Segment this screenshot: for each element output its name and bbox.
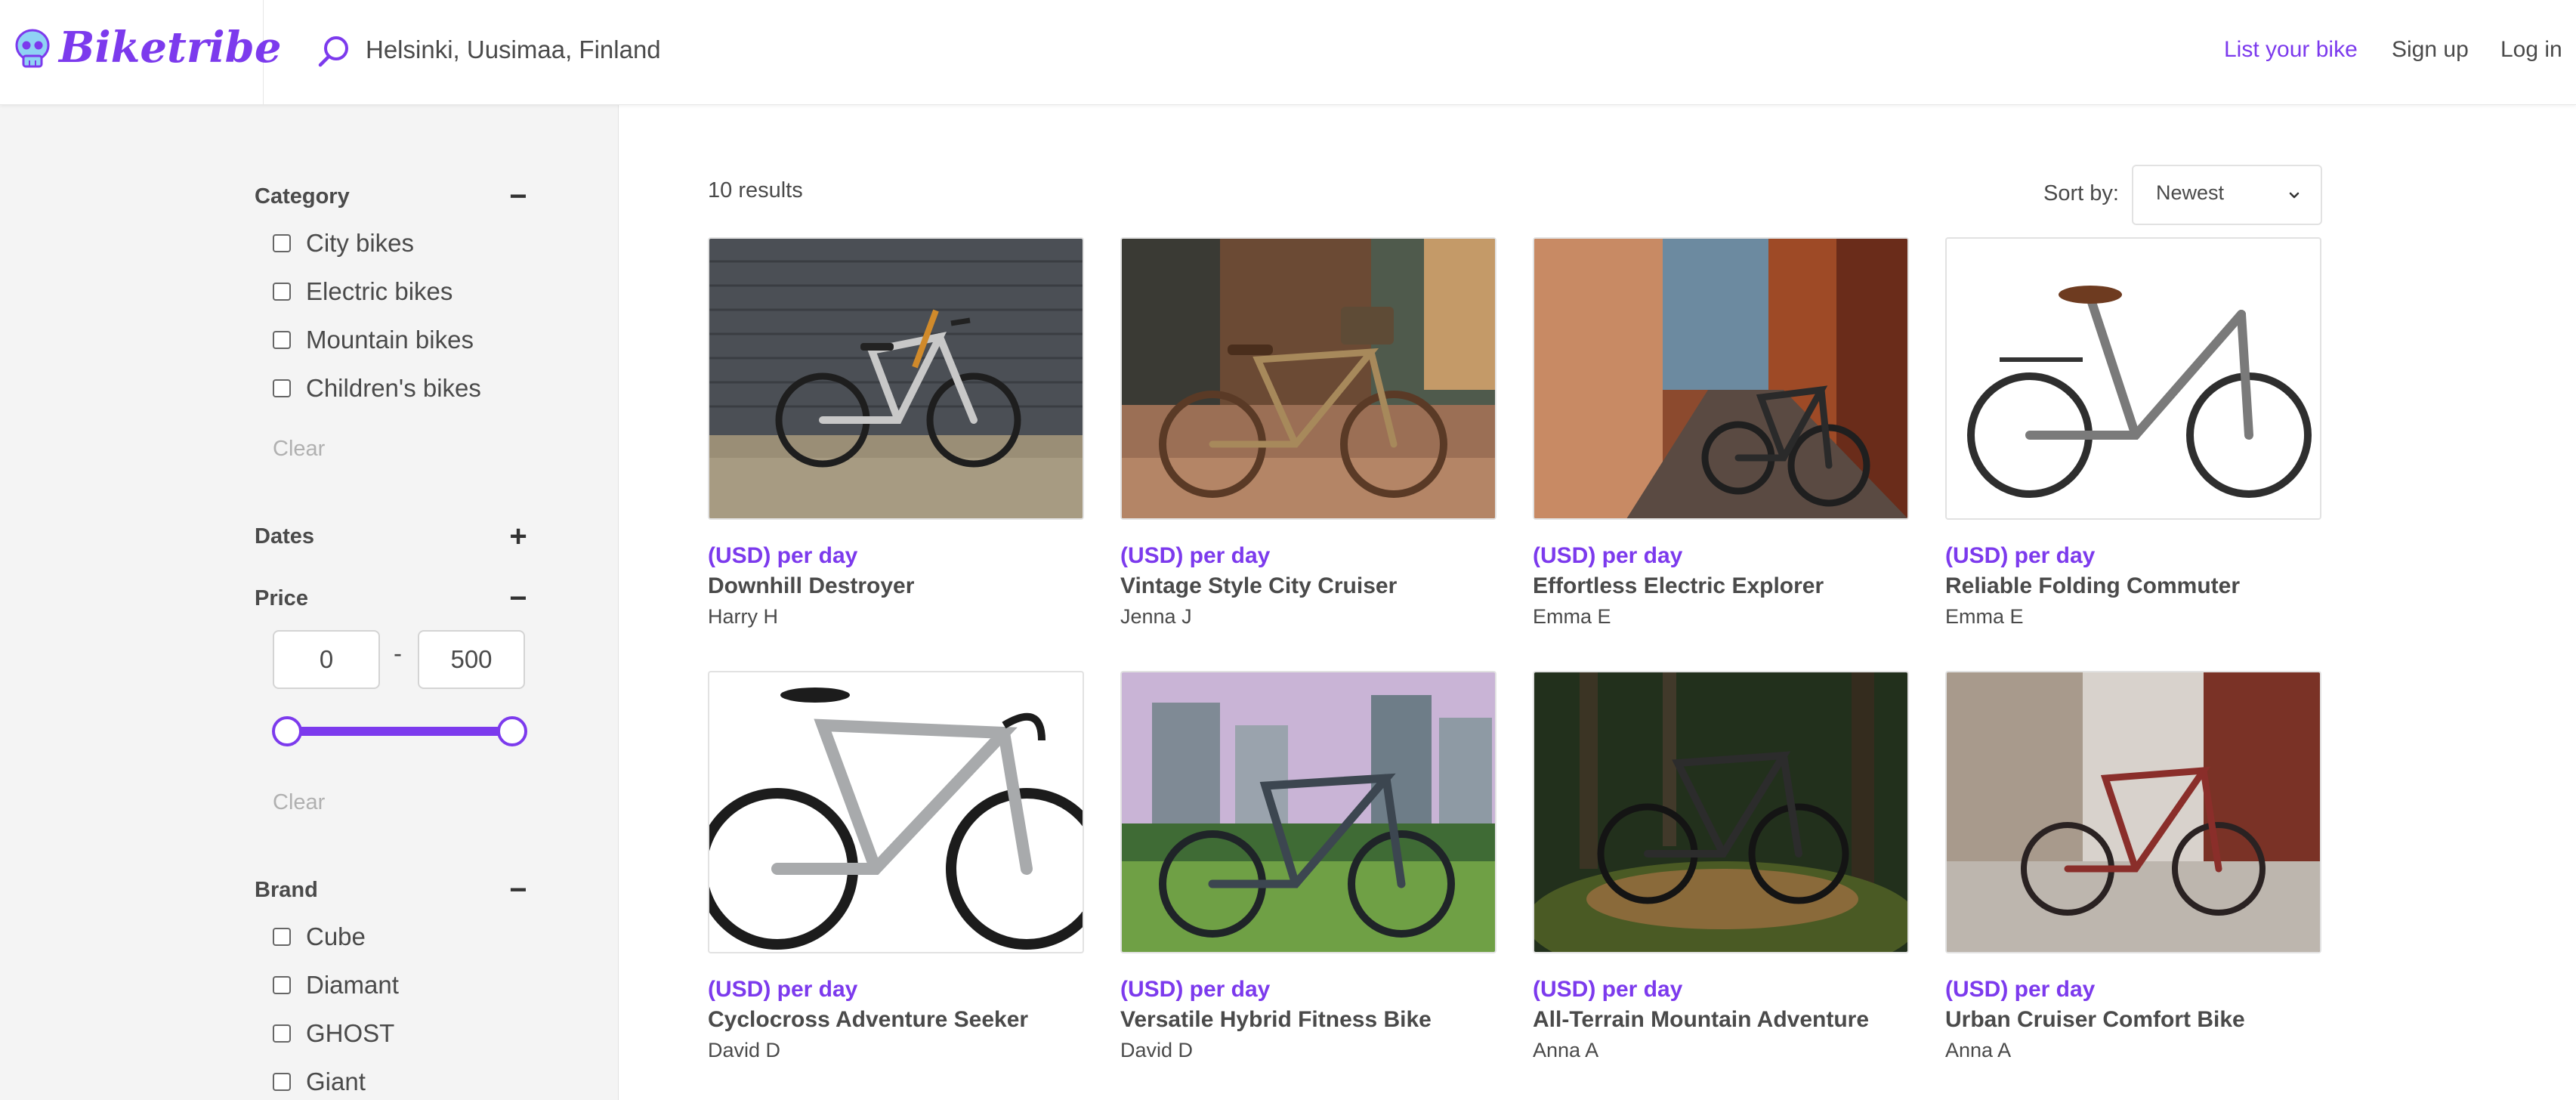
chevron-down-icon [2289,192,2300,199]
checkbox[interactable] [273,1024,291,1043]
price-clear-link[interactable]: Clear [273,790,325,815]
listing-card[interactable]: (USD) per day Vintage Style City Cruiser… [1120,237,1496,632]
listing-author: David D [1120,1039,1194,1061]
listing-title[interactable]: Vintage Style City Cruiser [1120,571,1496,601]
listing-title[interactable]: Reliable Folding Commuter [1945,571,2321,601]
listing-title[interactable]: All-Terrain Mountain Adventure [1533,1005,1909,1035]
checkbox[interactable] [273,234,291,252]
listing-card[interactable]: (USD) per day All-Terrain Mountain Adven… [1533,671,1909,1065]
listing-image[interactable] [1120,671,1496,953]
listing-price: (USD) per day [1945,543,2096,568]
price-max-input[interactable]: 500 [418,630,525,689]
results-count: 10 results [708,178,803,202]
price-filter-heading[interactable]: Price [255,583,308,613]
checkbox[interactable] [273,379,291,397]
log-in-link[interactable]: Log in [2500,35,2562,65]
search-icon[interactable] [316,33,352,70]
checkbox[interactable] [273,928,291,946]
brand-name: Biketribe [59,23,282,73]
checkbox-label: Diamant [306,971,399,999]
listing-title[interactable]: Cyclocross Adventure Seeker [708,1005,1084,1035]
brand-option-ghost[interactable]: GHOST [273,1017,394,1050]
listing-price: (USD) per day [1533,543,1683,568]
top-bar: Biketribe Helsinki, Uusimaa, Finland Lis… [0,0,2576,105]
checkbox[interactable] [273,331,291,349]
listing-price: (USD) per day [708,977,858,1002]
category-option-mountain[interactable]: Mountain bikes [273,323,474,357]
checkbox[interactable] [273,976,291,994]
listing-title[interactable]: Urban Cruiser Comfort Bike [1945,1005,2321,1035]
listing-image[interactable] [1533,237,1909,520]
category-option-electric[interactable]: Electric bikes [273,275,452,308]
brand-option-giant[interactable]: Giant [273,1065,366,1098]
brand-filter-heading[interactable]: Brand [255,875,318,905]
listing-image[interactable] [708,671,1084,953]
listing-price: (USD) per day [1533,977,1683,1002]
brand-collapse-toggle[interactable]: − [505,875,532,905]
price-slider-max-handle[interactable] [497,716,527,746]
listing-card[interactable]: (USD) per day Downhill Destroyer Harry H [708,237,1084,632]
listing-author: Emma E [1945,605,2024,628]
listing-author: Emma E [1533,605,1611,628]
checkbox-label: Electric bikes [306,277,453,305]
listing-image[interactable] [1945,671,2321,953]
listing-author: Jenna J [1120,605,1192,628]
listing-card[interactable]: (USD) per day Urban Cruiser Comfort Bike… [1945,671,2321,1065]
listing-image[interactable] [1945,237,2321,520]
sign-up-link[interactable]: Sign up [2392,35,2469,65]
sort-select[interactable]: Newest [2132,165,2322,225]
logo[interactable]: Biketribe [0,0,281,104]
dates-expand-toggle[interactable]: + [505,521,532,552]
brand-option-diamant[interactable]: Diamant [273,969,399,1002]
sort-label: Sort by: [2043,181,2119,205]
listing-author: David D [708,1039,781,1061]
listing-image[interactable] [1120,237,1496,520]
listing-card[interactable]: (USD) per day Effortless Electric Explor… [1533,237,1909,632]
listing-title[interactable]: Effortless Electric Explorer [1533,571,1909,601]
checkbox[interactable] [273,283,291,301]
listing-author: Anna A [1533,1039,1599,1061]
listing-price: (USD) per day [1120,977,1271,1002]
listing-author: Anna A [1945,1039,2012,1061]
price-slider-min-handle[interactable] [272,716,302,746]
price-range-separator: - [394,639,402,667]
listing-price: (USD) per day [1945,977,2096,1002]
listing-author: Harry H [708,605,778,628]
listing-price: (USD) per day [708,543,858,568]
price-slider-track[interactable] [287,727,512,736]
sort-value: Newest [2156,181,2225,204]
checkbox-label: Cube [306,922,366,950]
category-option-city[interactable]: City bikes [273,227,414,260]
listing-card[interactable]: (USD) per day Reliable Folding Commuter … [1945,237,2321,632]
checkbox-label: City bikes [306,229,415,257]
price-min-input[interactable]: 0 [273,630,380,689]
checkbox-label: Mountain bikes [306,326,474,354]
listing-image[interactable] [1533,671,1909,953]
category-collapse-toggle[interactable]: − [505,181,532,212]
checkbox-label: GHOST [306,1019,395,1047]
list-your-bike-link[interactable]: List your bike [2224,35,2358,65]
location-search-input[interactable]: Helsinki, Uusimaa, Finland [366,33,661,66]
listing-title[interactable]: Versatile Hybrid Fitness Bike [1120,1005,1496,1035]
listing-image[interactable] [708,237,1084,520]
listing-title[interactable]: Downhill Destroyer [708,571,1084,601]
skull-icon [15,29,50,68]
checkbox-label: Giant [306,1068,366,1095]
listing-card[interactable]: (USD) per day Cyclocross Adventure Seeke… [708,671,1084,1065]
category-clear-link[interactable]: Clear [273,437,325,462]
dates-filter-heading[interactable]: Dates [255,521,314,552]
checkbox[interactable] [273,1073,291,1091]
checkbox-label: Children's bikes [306,374,481,402]
category-option-children[interactable]: Children's bikes [273,372,481,405]
listing-card[interactable]: (USD) per day Versatile Hybrid Fitness B… [1120,671,1496,1065]
category-filter-heading[interactable]: Category [255,181,350,212]
listing-price: (USD) per day [1120,543,1271,568]
price-collapse-toggle[interactable]: − [505,583,532,613]
brand-option-cube[interactable]: Cube [273,920,366,953]
